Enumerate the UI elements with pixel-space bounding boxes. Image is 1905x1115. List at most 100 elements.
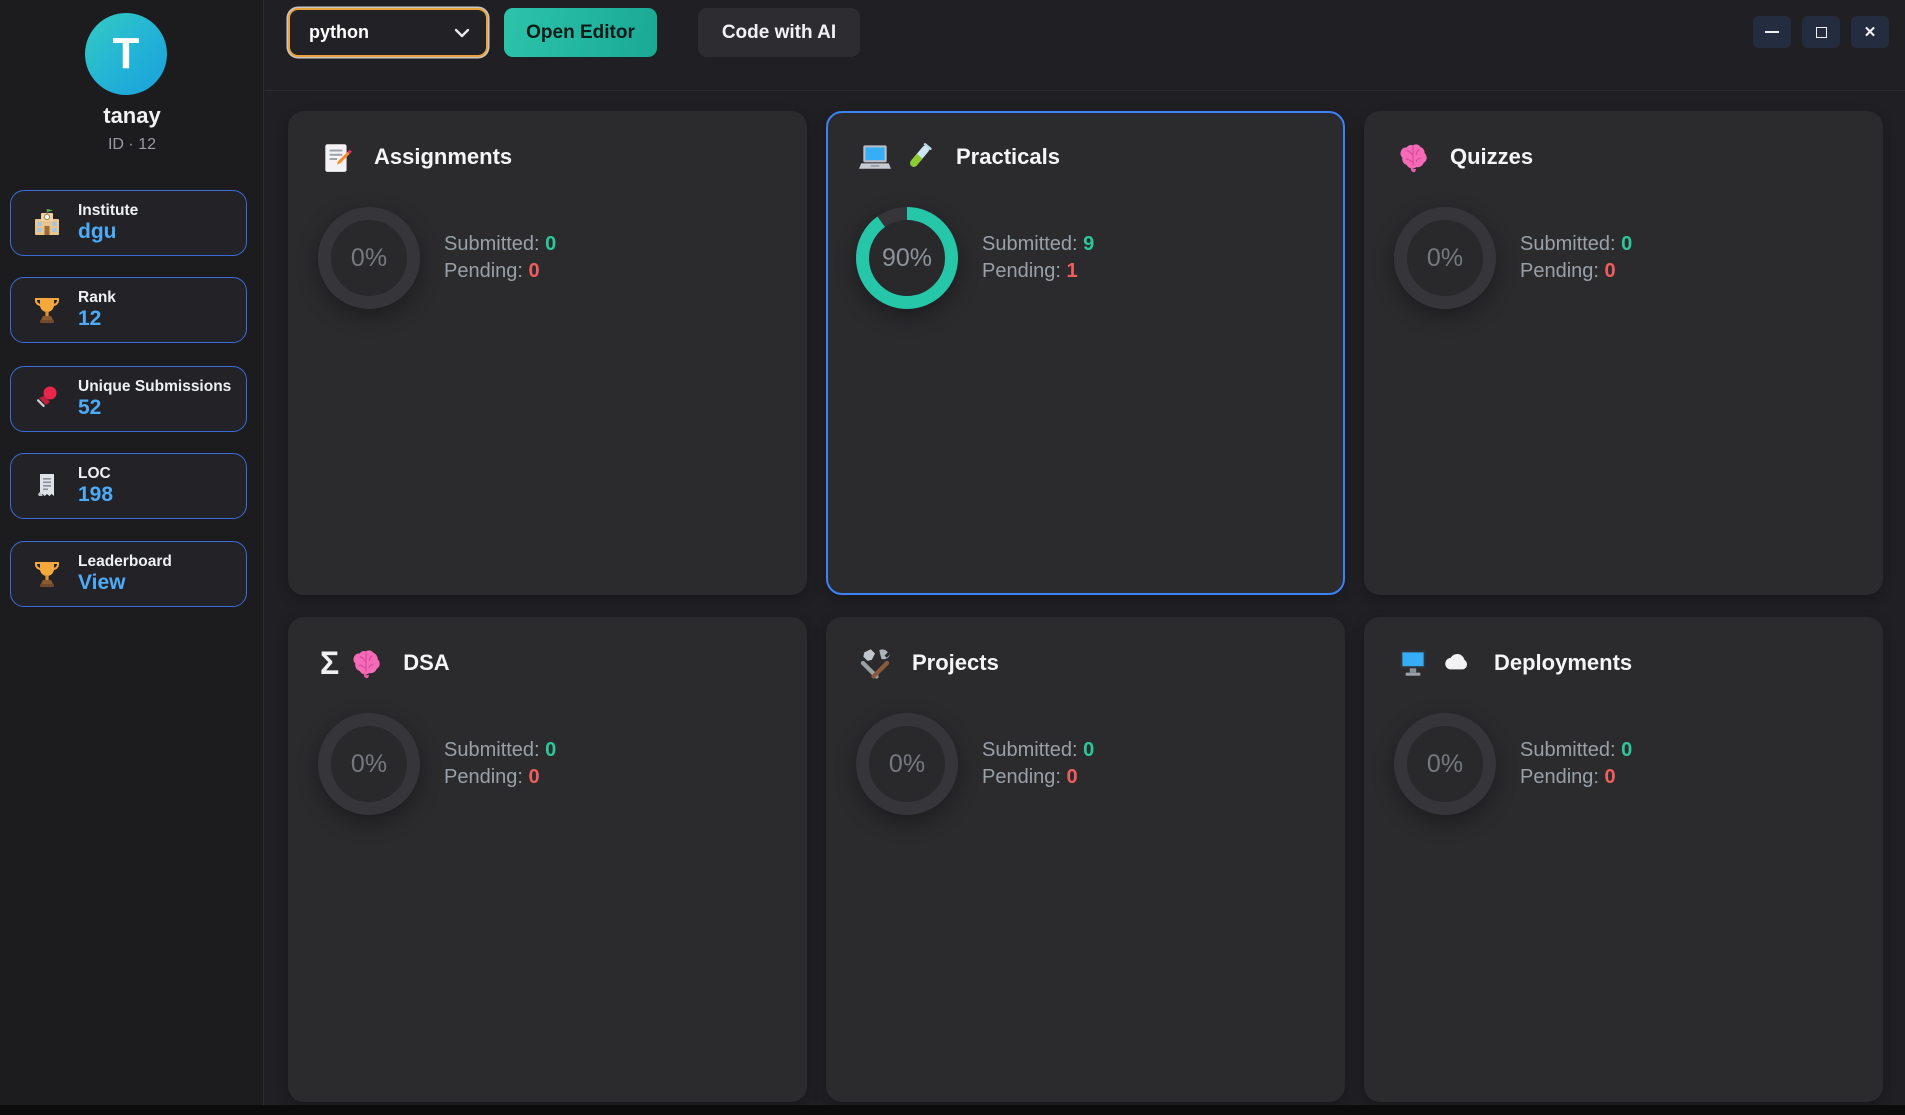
card-deployments[interactable]: Deployments 0% Submitted: 0 Pending: [1364, 617, 1883, 1102]
pushpin-icon [31, 383, 63, 415]
code-with-ai-button[interactable]: Code with AI [698, 8, 860, 57]
progress-percent: 0% [856, 713, 958, 815]
stat-value: dgu [78, 220, 138, 244]
submitted-value: 0 [1621, 739, 1632, 761]
pending-value: 1 [1067, 260, 1078, 282]
card-quizzes[interactable]: Quizzes 0% Submitted: 0 Pending: [1364, 111, 1883, 595]
progress-ring: 0% [1394, 207, 1496, 309]
main-area: python Open Editor Code with AI ✕ [265, 0, 1905, 1105]
card-projects[interactable]: Projects 0% Submitted: 0 Pending: [826, 617, 1345, 1102]
card-stats: Submitted: 0 Pending: 0 [982, 737, 1094, 791]
test-tube-icon [902, 140, 936, 174]
submitted-label: Submitted: [444, 739, 540, 761]
desktop-icon [1396, 646, 1430, 680]
progress-percent: 0% [1394, 713, 1496, 815]
card-stats: Submitted: 0 Pending: 0 [1520, 737, 1632, 791]
progress-percent: 0% [318, 713, 420, 815]
card-title: Practicals [956, 144, 1060, 170]
card-practicals[interactable]: Practicals 90% Submitted: 9 Pending: [826, 111, 1345, 595]
chevron-down-icon [454, 28, 470, 38]
card-title: Quizzes [1450, 144, 1533, 170]
card-stats: Submitted: 0 Pending: 0 [444, 231, 556, 285]
stat-label: Institute [78, 202, 138, 220]
window-controls: ✕ [1753, 16, 1889, 48]
app-window: T tanay ID · 12 Institute dgu Rank 12 Un… [0, 0, 1905, 1105]
stat-value: 12 [78, 307, 116, 331]
language-select-value: python [309, 22, 369, 43]
user-id: ID · 12 [0, 136, 264, 154]
progress-percent: 90% [856, 207, 958, 309]
minimize-icon [1765, 31, 1779, 33]
submitted-label: Submitted: [982, 739, 1078, 761]
stat-value: 198 [78, 483, 113, 507]
stat-label: LOC [78, 465, 113, 483]
card-title: Projects [912, 650, 999, 676]
close-button[interactable]: ✕ [1851, 16, 1889, 48]
brain-icon [1396, 140, 1430, 174]
pending-value: 0 [1605, 766, 1616, 788]
submitted-value: 0 [545, 233, 556, 255]
submitted-label: Submitted: [982, 233, 1078, 255]
card-dsa[interactable]: Σ DSA 0% Submitted: 0 [288, 617, 807, 1102]
progress-ring: 90% [856, 207, 958, 309]
dashboard-grid: Assignments 0% Submitted: 0 Pending: [288, 111, 1883, 1102]
submitted-value: 0 [1083, 739, 1094, 761]
sidebar-item-leaderboard[interactable]: Leaderboard View [10, 541, 247, 607]
pending-label: Pending: [982, 260, 1061, 282]
laptop-icon [858, 140, 892, 174]
stat-label: Leaderboard [78, 553, 172, 571]
sidebar: T tanay ID · 12 Institute dgu Rank 12 Un… [0, 0, 264, 1105]
stat-value: 52 [78, 396, 231, 420]
submitted-value: 0 [1621, 233, 1632, 255]
pending-label: Pending: [444, 260, 523, 282]
card-title: Deployments [1494, 650, 1632, 676]
sigma-icon: Σ [320, 646, 339, 680]
progress-percent: 0% [318, 207, 420, 309]
card-stats: Submitted: 9 Pending: 1 [982, 231, 1094, 285]
header-divider [265, 90, 1905, 91]
pending-value: 0 [529, 766, 540, 788]
progress-ring: 0% [318, 713, 420, 815]
card-title: Assignments [374, 144, 512, 170]
avatar-letter: T [113, 29, 140, 79]
submitted-value: 9 [1083, 233, 1094, 255]
avatar: T [85, 13, 167, 95]
pending-value: 0 [1067, 766, 1078, 788]
stat-label: Unique Submissions [78, 378, 231, 396]
progress-percent: 0% [1394, 207, 1496, 309]
progress-ring: 0% [1394, 713, 1496, 815]
trophy-icon [31, 558, 63, 590]
maximize-button[interactable] [1802, 16, 1840, 48]
cloud-icon [1440, 646, 1474, 680]
pending-label: Pending: [982, 766, 1061, 788]
card-title: DSA [403, 650, 449, 676]
sidebar-item-unique-submissions[interactable]: Unique Submissions 52 [10, 366, 247, 432]
pending-label: Pending: [1520, 260, 1599, 282]
pending-value: 0 [1605, 260, 1616, 282]
submitted-value: 0 [545, 739, 556, 761]
progress-ring: 0% [856, 713, 958, 815]
card-assignments[interactable]: Assignments 0% Submitted: 0 Pending: [288, 111, 807, 595]
open-editor-button[interactable]: Open Editor [504, 8, 657, 57]
sidebar-item-loc[interactable]: LOC 198 [10, 453, 247, 519]
submitted-label: Submitted: [1520, 233, 1616, 255]
close-icon: ✕ [1864, 25, 1877, 40]
sidebar-item-institute[interactable]: Institute dgu [10, 190, 247, 256]
minimize-button[interactable] [1753, 16, 1791, 48]
pending-label: Pending: [1520, 766, 1599, 788]
card-stats: Submitted: 0 Pending: 0 [1520, 231, 1632, 285]
card-stats: Submitted: 0 Pending: 0 [444, 737, 556, 791]
trophy-icon [31, 294, 63, 326]
pending-label: Pending: [444, 766, 523, 788]
language-select[interactable]: python [288, 8, 488, 57]
receipt-icon [31, 470, 63, 502]
sidebar-item-rank[interactable]: Rank 12 [10, 277, 247, 343]
tools-icon [858, 646, 892, 680]
stat-label: Rank [78, 289, 116, 307]
progress-ring: 0% [318, 207, 420, 309]
brain-icon [349, 646, 383, 680]
maximize-icon [1816, 27, 1827, 38]
pending-value: 0 [529, 260, 540, 282]
leaderboard-view-link[interactable]: View [78, 571, 172, 595]
memo-icon [320, 140, 354, 174]
